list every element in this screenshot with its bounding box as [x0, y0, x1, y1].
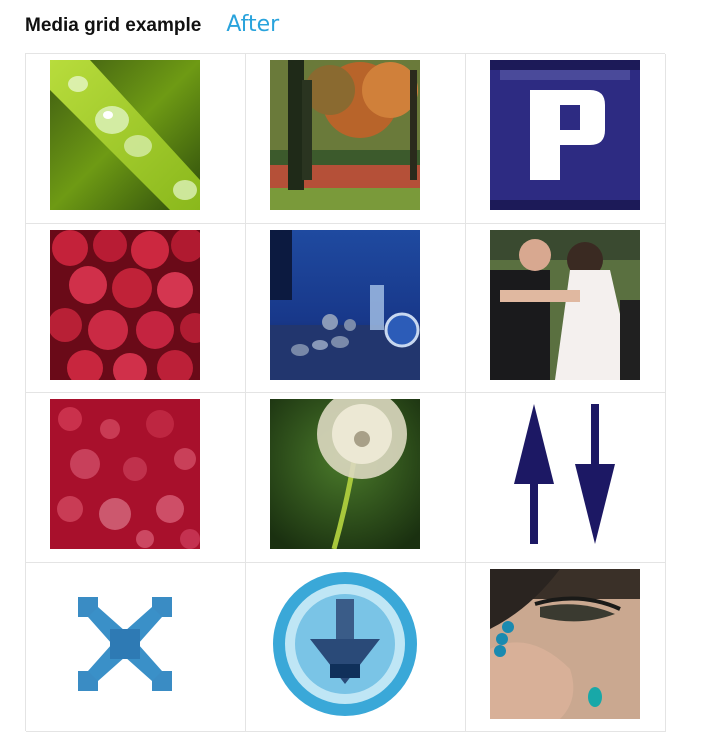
media-grid	[25, 53, 666, 732]
grid-cell	[466, 54, 666, 224]
grid-cell	[466, 563, 666, 732]
autumn-forest-photo[interactable]	[270, 60, 420, 210]
page-title: Media grid example	[25, 15, 202, 36]
grid-cell	[466, 224, 666, 393]
grid-cell	[26, 54, 246, 224]
grid-cell	[246, 224, 466, 393]
red-bokeh-photo[interactable]	[50, 399, 200, 549]
grid-cell	[26, 224, 246, 393]
blue-download-circle-icon[interactable]	[270, 569, 420, 719]
blue-x-close-icon[interactable]	[50, 569, 200, 719]
raspberries-photo[interactable]	[50, 230, 200, 380]
grid-cell	[246, 393, 466, 563]
blue-clocks-still-life-photo[interactable]	[270, 230, 420, 380]
face-closeup-photo[interactable]	[490, 569, 640, 719]
pixel-letter-p-icon[interactable]	[490, 60, 640, 210]
page: Media grid example After	[0, 0, 701, 733]
wedding-couple-photo[interactable]	[490, 230, 640, 380]
dandelion-photo[interactable]	[270, 399, 420, 549]
header: Media grid example After	[25, 12, 279, 37]
water-drops-on-leaf-photo[interactable]	[50, 60, 200, 210]
grid-cell	[26, 563, 246, 732]
up-down-arrows-icon[interactable]	[490, 399, 640, 549]
grid-cell	[466, 393, 666, 563]
grid-cell	[26, 393, 246, 563]
grid-cell	[246, 54, 466, 224]
grid-cell	[246, 563, 466, 732]
page-subtitle: After	[226, 12, 280, 37]
